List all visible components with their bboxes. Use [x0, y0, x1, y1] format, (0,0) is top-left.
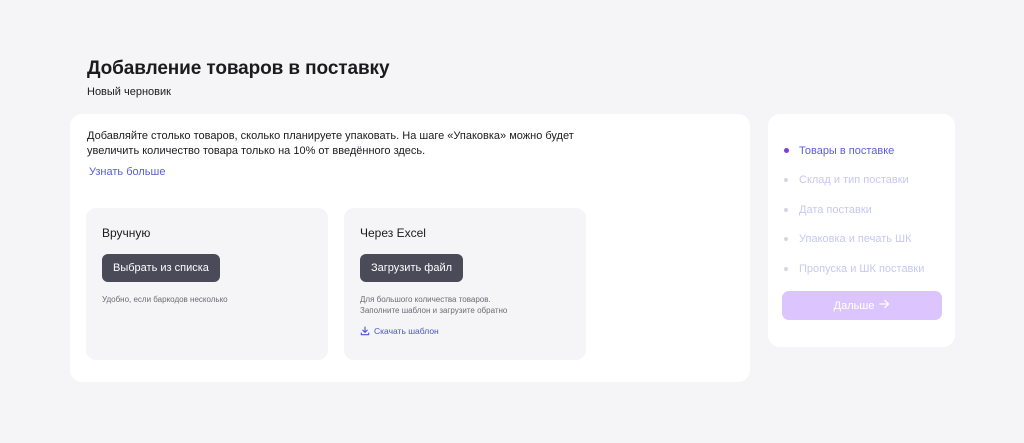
steps-card: Товары в поставке Склад и тип поставки Д… [768, 114, 955, 347]
step-dot [784, 207, 788, 212]
excel-option-title: Через Excel [360, 226, 426, 240]
arrow-right-icon [879, 299, 890, 312]
step-supply-date[interactable]: Дата поставки [784, 195, 924, 225]
download-template-link[interactable]: Скачать шаблон [360, 326, 439, 336]
main-card: Добавляйте столько товаров, сколько план… [70, 114, 750, 382]
step-label: Пропуска и ШК поставки [799, 262, 925, 275]
step-dot [784, 266, 788, 271]
step-label: Упаковка и печать ШК [799, 233, 912, 246]
download-template-label: Скачать шаблон [374, 326, 439, 336]
step-passes-and-supply-labels[interactable]: Пропуска и ШК поставки [784, 254, 924, 284]
info-text-line-2: увеличить количество товара только на 10… [87, 145, 426, 157]
step-dot [784, 178, 788, 183]
excel-option-hint-line-2: Заполните шаблон и загрузите обратно [360, 306, 508, 315]
download-icon [360, 326, 370, 336]
next-button-label: Дальше [833, 299, 875, 312]
next-button[interactable]: Дальше [782, 291, 942, 320]
step-label: Склад и тип поставки [799, 174, 909, 187]
step-products-in-supply[interactable]: Товары в поставке [784, 136, 924, 166]
learn-more-link[interactable]: Узнать больше [89, 166, 165, 178]
step-packing-and-labels[interactable]: Упаковка и печать ШК [784, 225, 924, 255]
step-warehouse-and-type[interactable]: Склад и тип поставки [784, 166, 924, 196]
upload-file-button[interactable]: Загрузить файл [360, 254, 464, 282]
step-active-dot [784, 148, 789, 154]
step-dot [784, 237, 788, 242]
page-subtitle: Новый черновик [87, 86, 171, 98]
info-text: Добавляйте столько товаров, сколько план… [87, 129, 607, 159]
steps-list: Товары в поставке Склад и тип поставки Д… [784, 136, 924, 284]
manual-option-card: Вручную Выбрать из списка Удобно, если б… [86, 208, 328, 360]
page-title: Добавление товаров в поставку [87, 58, 390, 79]
excel-option-card: Через Excel Загрузить файл Для большого … [344, 208, 586, 360]
excel-option-hint: Для большого количества товаров. Заполни… [360, 294, 580, 316]
manual-option-hint: Удобно, если баркодов несколько [102, 294, 322, 305]
manual-option-title: Вручную [102, 226, 151, 240]
manual-option-hint-line: Удобно, если баркодов несколько [102, 295, 228, 304]
step-label: Товары в поставке [799, 144, 895, 157]
select-from-list-button[interactable]: Выбрать из списка [102, 254, 220, 282]
step-label: Дата поставки [799, 203, 872, 216]
info-text-line-1: Добавляйте столько товаров, сколько план… [87, 130, 574, 142]
excel-option-hint-line-1: Для большого количества товаров. [360, 295, 491, 304]
